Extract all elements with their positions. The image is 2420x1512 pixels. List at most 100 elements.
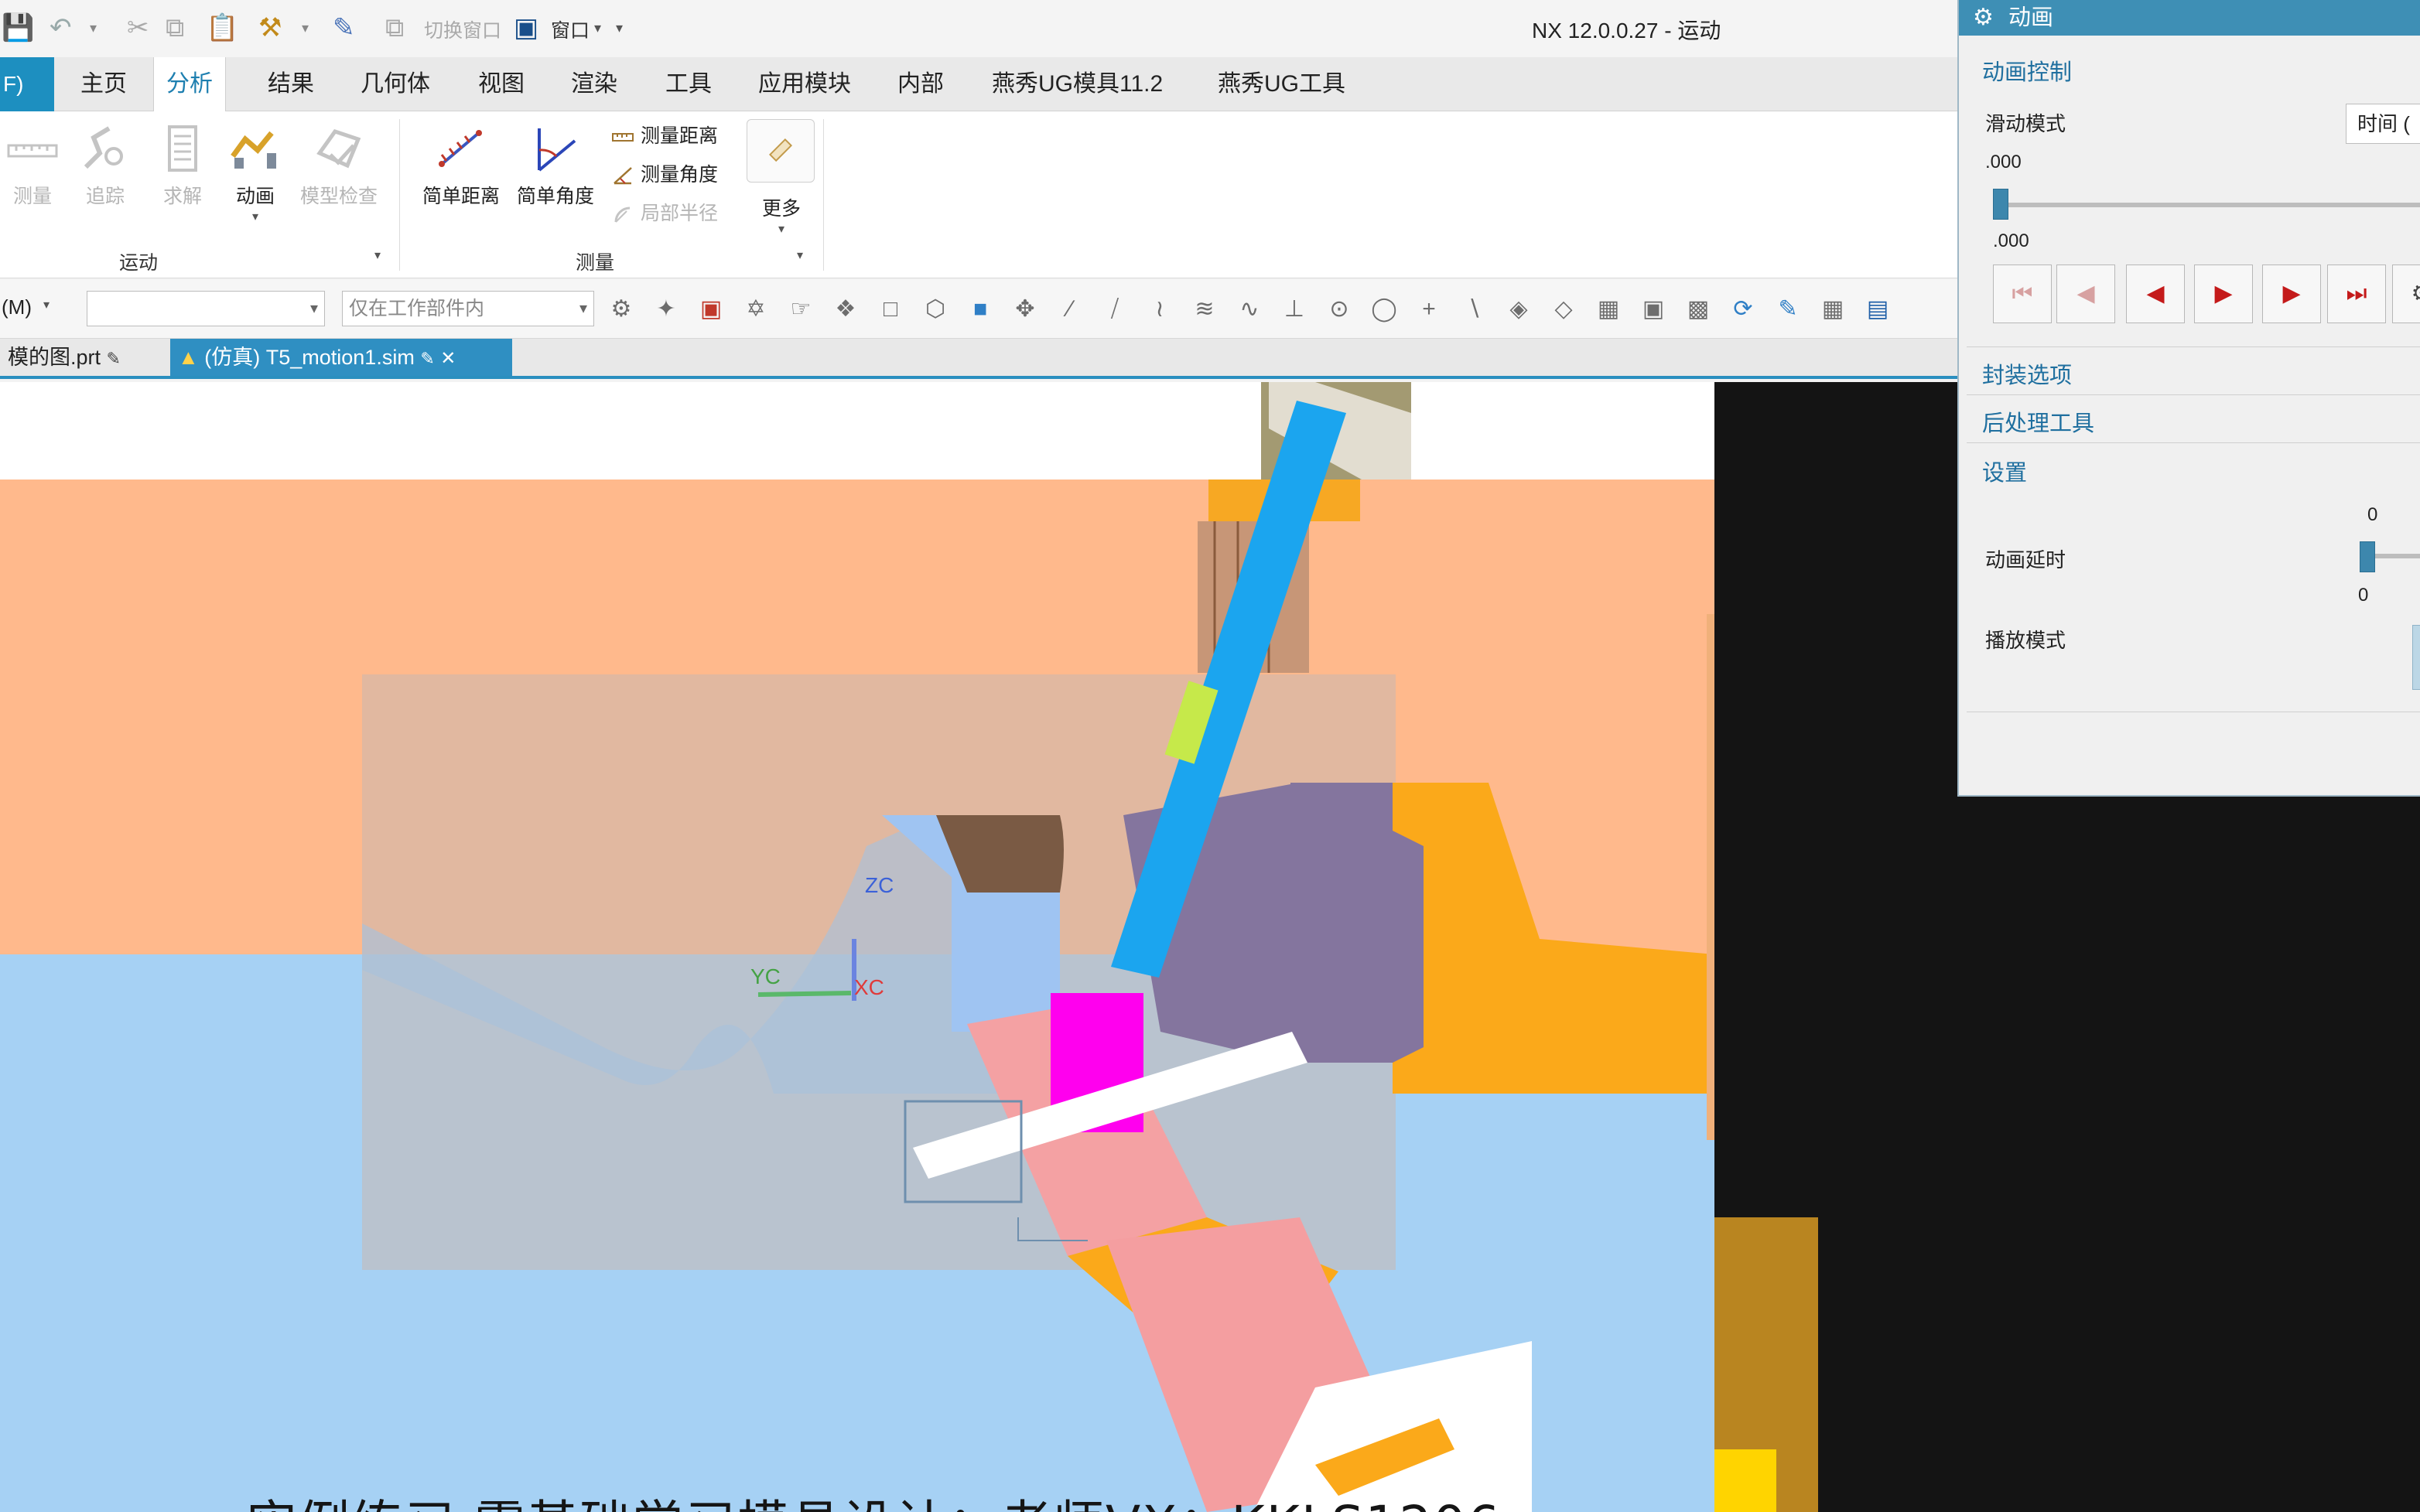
rotate-icon[interactable]: ⟳: [1725, 292, 1761, 326]
solid-body-icon[interactable]: ⬡: [918, 292, 953, 326]
record-animation-button[interactable]: ⚙: [2392, 265, 2420, 323]
trace-button[interactable]: 追踪: [74, 122, 136, 209]
tab-home[interactable]: 主页: [68, 57, 139, 111]
pick-icon[interactable]: ☞: [783, 292, 819, 326]
step-back-button[interactable]: ◀: [2056, 265, 2115, 323]
measure-angle-button[interactable]: 测量角度: [611, 159, 718, 187]
section-animation-control[interactable]: 动画控制: [1982, 54, 2072, 87]
simple-angle-button[interactable]: 简单角度: [512, 122, 599, 209]
touch-mode-icon[interactable]: ✎: [333, 14, 355, 42]
perpendicular-icon[interactable]: ⊥: [1277, 292, 1312, 326]
tab-results[interactable]: 结果: [255, 57, 326, 111]
cut-icon[interactable]: ✂: [127, 14, 149, 42]
measure-group-expand-icon[interactable]: ▾: [797, 247, 803, 263]
tab-application[interactable]: 应用模块: [746, 57, 863, 111]
measure-motion-button[interactable]: 测量: [2, 122, 63, 209]
window-menu-label[interactable]: 窗口: [551, 15, 590, 43]
view-orient-icon[interactable]: ▩: [1680, 292, 1716, 326]
select-feature-icon[interactable]: ⚙: [603, 292, 639, 326]
grid-icon[interactable]: ▦: [1591, 292, 1626, 326]
slide-mode-select[interactable]: 时间 (: [2346, 104, 2420, 144]
point-icon[interactable]: +: [1411, 292, 1447, 326]
rectangle-select-icon[interactable]: □: [873, 292, 908, 326]
tab-tools[interactable]: 工具: [653, 57, 724, 111]
go-to-start-button[interactable]: ⏮: [1993, 265, 2052, 323]
simple-distance-button[interactable]: 简单距离: [418, 122, 504, 209]
type-filter-select[interactable]: ▾: [87, 291, 325, 326]
selection-scope-select[interactable]: 仅在工作部件内 ▾: [342, 291, 594, 326]
play-backward-button[interactable]: ◀: [2126, 265, 2185, 323]
close-tab-icon[interactable]: ✕: [440, 348, 456, 369]
tab-yanxiu-mold[interactable]: 燕秀UG模具11.2: [979, 57, 1175, 111]
local-radius-button[interactable]: 局部半径: [611, 198, 718, 226]
undo-dropdown-icon[interactable]: ▾: [90, 14, 97, 42]
customize-dropdown-icon[interactable]: ▾: [616, 14, 623, 42]
face-icon[interactable]: ◇: [1546, 292, 1581, 326]
time-slider-thumb[interactable]: [1993, 189, 2008, 220]
undo-icon[interactable]: ↶: [50, 14, 72, 42]
doc-tab-simulation[interactable]: ▲ (仿真) T5_motion1.sim ✎ ✕: [170, 339, 512, 376]
trace-label: 追踪: [85, 186, 125, 207]
switch-window-icon[interactable]: ⧉: [385, 14, 404, 42]
menu-dropdown-icon[interactable]: ▾: [43, 297, 50, 312]
line-icon[interactable]: ∕: [1052, 292, 1088, 326]
more-dropdown-icon[interactable]: ▾: [750, 221, 812, 237]
snap-icon[interactable]: ✡: [738, 292, 774, 326]
doc-tab-drawing[interactable]: 模的图.prt ✎: [0, 339, 128, 376]
time-slider-track[interactable]: [1994, 203, 2420, 207]
fit-view-icon[interactable]: ▣: [1636, 292, 1671, 326]
tab-yanxiu-tools[interactable]: 燕秀UG工具: [1205, 57, 1358, 111]
tab-analysis[interactable]: 分析: [153, 57, 226, 113]
delay-slider-thumb[interactable]: [2360, 541, 2375, 572]
quadrant-icon[interactable]: ◯: [1366, 292, 1402, 326]
surface-point-icon[interactable]: ◈: [1501, 292, 1536, 326]
save-icon[interactable]: 💾: [2, 14, 34, 42]
more-gallery-button[interactable]: [747, 119, 815, 183]
section-settings[interactable]: 设置: [1982, 455, 2027, 487]
component-icon[interactable]: ❖: [828, 292, 863, 326]
animation-button[interactable]: 动画 ▾: [224, 122, 286, 224]
more-button[interactable]: 更多 ▾: [750, 189, 812, 237]
circle-center-icon[interactable]: ⊙: [1321, 292, 1357, 326]
cube-icon[interactable]: ■: [962, 292, 998, 326]
dialog-title-bar[interactable]: ⚙ 动画: [1959, 0, 2420, 36]
spline-icon[interactable]: ∿: [1232, 292, 1267, 326]
file-menu-tab[interactable]: F): [0, 57, 54, 111]
midpoint-icon[interactable]: ⧸: [1097, 292, 1133, 326]
solve-button[interactable]: 求解: [152, 122, 214, 209]
select-region-icon[interactable]: ▣: [693, 292, 729, 326]
command-dropdown-icon[interactable]: ▾: [302, 14, 309, 42]
paint-icon[interactable]: ✎: [1770, 292, 1806, 326]
ruler-icon: [7, 144, 58, 158]
switch-window-label[interactable]: 切换窗口: [424, 15, 501, 43]
more-gallery-icon: [768, 138, 793, 162]
deselect-icon[interactable]: ✦: [648, 292, 684, 326]
tab-view[interactable]: 视图: [466, 57, 537, 111]
menu-button[interactable]: (M): [2, 295, 32, 319]
tab-internal[interactable]: 内部: [885, 57, 956, 111]
paste-icon[interactable]: 📋: [206, 14, 238, 42]
polyline-icon[interactable]: ≋: [1187, 292, 1222, 326]
window-icon[interactable]: ▣: [514, 14, 538, 42]
model-check-button[interactable]: 模型检查: [292, 122, 385, 209]
tangent-icon[interactable]: ∖: [1456, 292, 1492, 326]
step-forward-button[interactable]: ▶: [2262, 265, 2321, 323]
window-dropdown-icon[interactable]: ▾: [594, 14, 601, 42]
go-to-end-button[interactable]: ⏭: [2327, 265, 2386, 323]
tab-render[interactable]: 渲染: [559, 57, 630, 111]
section-post-tools[interactable]: 后处理工具: [1982, 405, 2094, 438]
layer-icon[interactable]: ▦: [1815, 292, 1851, 326]
move-icon[interactable]: ✥: [1007, 292, 1043, 326]
tab-geometry[interactable]: 几何体: [348, 57, 443, 111]
animation-dropdown-icon[interactable]: ▾: [224, 209, 286, 224]
copy-icon[interactable]: ⧉: [166, 14, 184, 42]
section-package-options[interactable]: 封装选项: [1982, 357, 2072, 390]
play-mode-option[interactable]: [2412, 625, 2420, 690]
graphics-viewport[interactable]: ZC YC XC: [0, 382, 1714, 1512]
play-forward-button[interactable]: ▶: [2194, 265, 2253, 323]
measure-distance-button[interactable]: 测量距离: [611, 121, 718, 148]
curve-icon[interactable]: ≀: [1142, 292, 1178, 326]
motion-group-expand-icon[interactable]: ▾: [374, 247, 381, 263]
tool-icon[interactable]: ▤: [1860, 292, 1895, 326]
command-finder-icon[interactable]: ⚒: [258, 14, 282, 42]
